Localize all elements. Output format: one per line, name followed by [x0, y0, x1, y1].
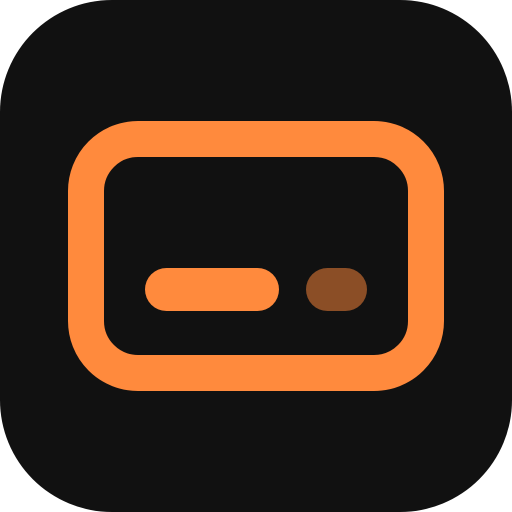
card-indicator-dot	[306, 268, 367, 311]
icon-stage	[0, 0, 512, 512]
app-icon[interactable]	[0, 0, 512, 512]
card-strip-bar	[145, 268, 279, 311]
